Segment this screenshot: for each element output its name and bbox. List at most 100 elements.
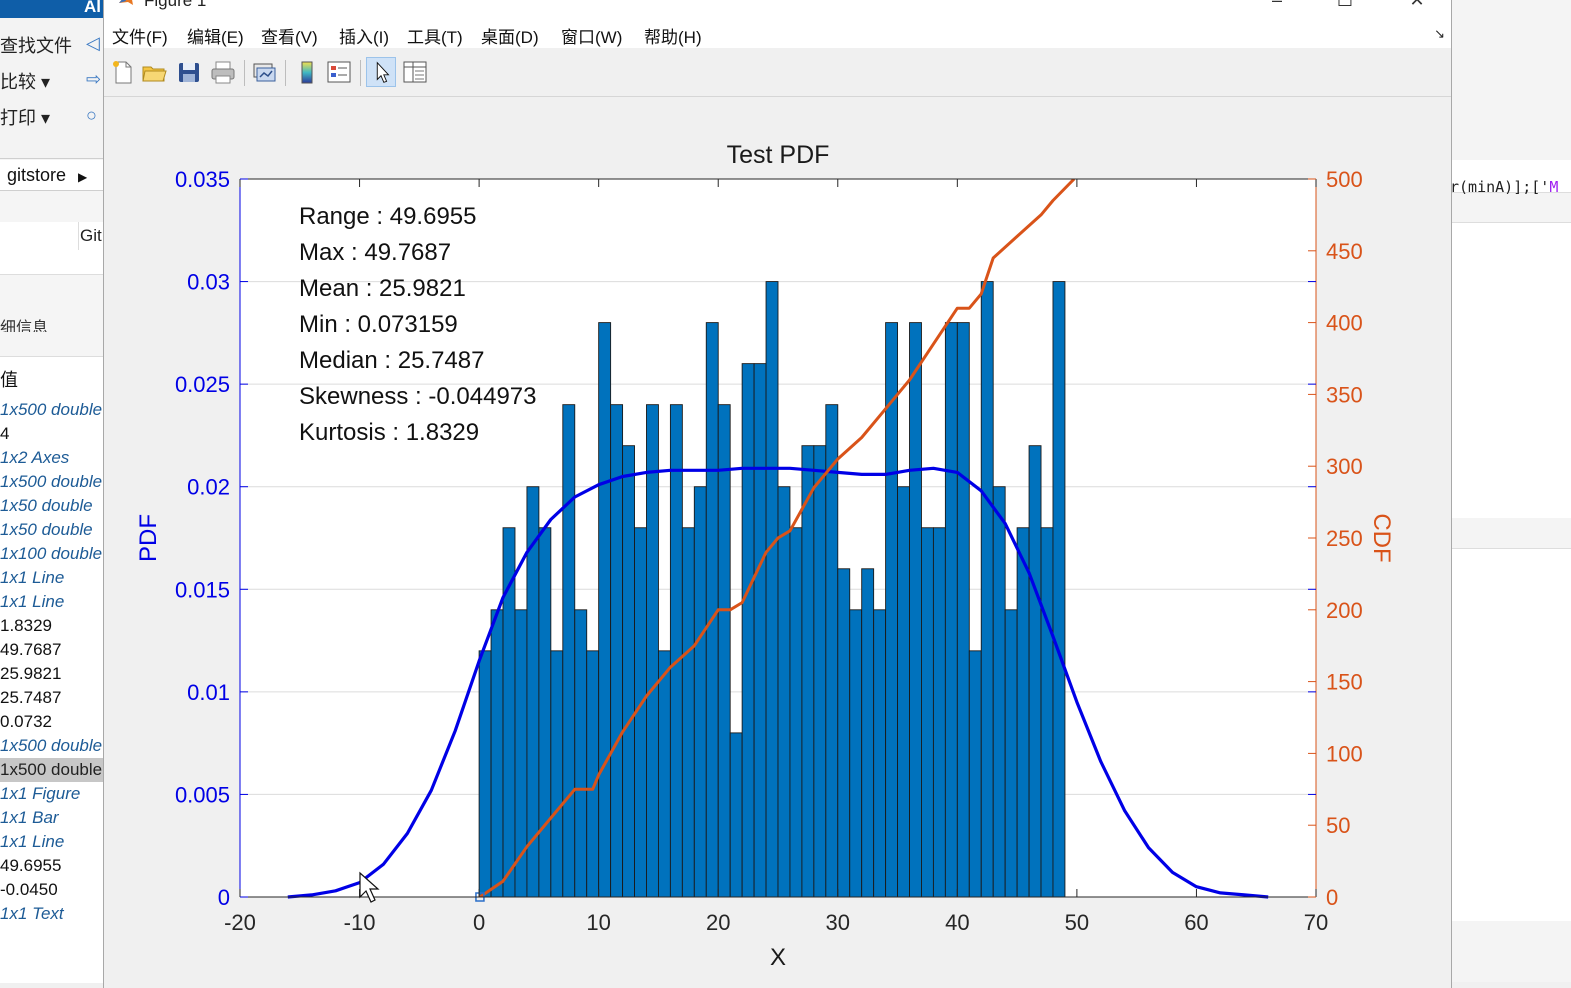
workspace-value[interactable]: 1x1 Figure <box>0 782 103 806</box>
command-window[interactable] <box>1450 548 1571 921</box>
histogram-bar <box>1004 609 1018 898</box>
workspace-value[interactable]: 1x500 double <box>0 470 103 494</box>
workspace-value[interactable]: 1x50 double <box>0 518 103 542</box>
workspace-value[interactable]: 4 <box>0 422 103 446</box>
workspace-value[interactable]: 49.6955 <box>0 854 103 878</box>
histogram-bar <box>944 322 958 898</box>
histogram-bar <box>801 445 815 898</box>
breadcrumb-folder[interactable]: gitstore <box>7 165 66 185</box>
workspace-value[interactable]: 1x1 Line <box>0 830 103 854</box>
save-icon[interactable] <box>174 57 204 87</box>
stats-annotation: Max : 49.7687 <box>299 239 451 266</box>
maximize-button[interactable]: ☐ <box>1322 0 1368 18</box>
histogram-bar <box>765 281 779 898</box>
left-y-tick-label: 0 <box>218 885 230 910</box>
left-y-tick-label: 0.025 <box>175 372 230 397</box>
search-icon[interactable]: ○ <box>86 106 100 124</box>
left-y-tick-label: 0.015 <box>175 577 230 602</box>
code-line-fragment: r(minA)];['M <box>1450 178 1558 196</box>
x-axis-label: X <box>770 944 786 971</box>
edit-plot-icon[interactable] <box>366 57 396 87</box>
menu-edit[interactable]: 编辑(E) <box>187 23 244 48</box>
workspace-value[interactable]: 0.0732 <box>0 710 103 734</box>
left-y-tick-label: 0.03 <box>187 270 230 295</box>
x-tick-label: 0 <box>473 910 485 935</box>
workspace-value[interactable]: 1.8329 <box>0 614 103 638</box>
workspace-value[interactable]: 1x500 double <box>0 734 103 758</box>
matlab-logo-icon <box>119 0 133 5</box>
right-y-tick-label: 150 <box>1326 670 1363 695</box>
right-y-tick-label: 350 <box>1326 382 1363 407</box>
right-y-tick-label: 500 <box>1326 167 1363 192</box>
property-inspector-icon[interactable] <box>400 57 430 87</box>
menu-help[interactable]: 帮助(H) <box>644 23 702 48</box>
workspace-value[interactable]: 1x100 double <box>0 542 103 566</box>
print-icon[interactable] <box>208 57 238 87</box>
workspace-value[interactable]: 1x500 double <box>0 398 103 422</box>
x-tick-label: 40 <box>945 910 969 935</box>
stats-annotation: Kurtosis : 1.8329 <box>299 419 479 446</box>
workspace-value[interactable]: 1x50 double <box>0 494 103 518</box>
left-y-axis-label: PDF <box>135 514 162 562</box>
histogram-bar <box>777 486 791 898</box>
menu-file[interactable]: 文件(F) <box>112 23 168 48</box>
workspace-value[interactable]: 49.7687 <box>0 638 103 662</box>
dropdown-arrow-icon: ▾ <box>41 72 51 92</box>
menu-insert[interactable]: 插入(I) <box>339 23 389 48</box>
dock-arrow-icon[interactable]: ↘ <box>1434 26 1445 42</box>
code-editor[interactable] <box>1450 222 1571 518</box>
print-label: 打印 <box>0 108 36 128</box>
histogram-bar <box>861 568 875 898</box>
histogram-bar <box>873 609 887 898</box>
workspace-value[interactable]: 1x1 Line <box>0 590 103 614</box>
x-tick-label: 10 <box>586 910 610 935</box>
menu-window[interactable]: 窗口(W) <box>561 23 622 48</box>
left-y-tick-label: 0.035 <box>175 167 230 192</box>
breadcrumb-arrow-icon: ▶ <box>78 170 88 184</box>
histogram-bar <box>622 445 635 898</box>
value-column-header: 值 <box>0 370 18 390</box>
histogram-bar <box>813 445 827 898</box>
workspace-value[interactable]: 1x1 Line <box>0 566 103 590</box>
workspace-value[interactable]: 25.9821 <box>0 662 103 686</box>
menu-view[interactable]: 查看(V) <box>261 23 318 48</box>
right-y-tick-label: 100 <box>1326 741 1363 766</box>
legend-icon[interactable] <box>324 57 354 87</box>
find-files-button[interactable]: 查找文件 <box>0 32 72 58</box>
print-menu-button[interactable]: 打印 ▾ <box>0 104 50 130</box>
minimize-button[interactable]: – <box>1254 0 1300 18</box>
x-tick-label: 50 <box>1065 910 1089 935</box>
compare-button[interactable]: 比较 ▾ <box>0 68 50 94</box>
matlab-right-panel: r(minA)];['M <box>1450 0 1571 982</box>
matlab-titlebar: Al <box>0 0 103 18</box>
close-button[interactable]: ✕ <box>1394 0 1440 18</box>
file-list-panel: Git <box>0 222 103 275</box>
breadcrumb[interactable]: gitstore ▶ <box>0 160 103 191</box>
histogram-bar <box>478 650 492 898</box>
workspace-value[interactable]: 1x2 Axes <box>0 446 103 470</box>
link-plot-icon[interactable] <box>249 57 279 87</box>
test-pdf-chart[interactable]: -20 -10 0 10 20 30 40 50 60 7000.0050.010.0150.02… <box>104 97 1451 988</box>
details-header: 细信息 <box>0 308 103 332</box>
app-title-fragment: Al <box>84 0 101 16</box>
compare-label: 比较 <box>0 72 36 92</box>
histogram-bar <box>921 527 934 898</box>
workspace-value[interactable]: 1x1 Bar <box>0 806 103 830</box>
back-arrow-icon[interactable]: ◁ <box>86 34 100 52</box>
new-figure-icon[interactable] <box>108 57 138 87</box>
right-y-axis-label: CDF <box>1368 513 1395 562</box>
histogram-bar <box>729 732 743 898</box>
matlab-ribbon: Al 查找文件 比较 ▾ 打印 ▾ ◁ ⇨ ○ <box>0 0 103 159</box>
open-file-icon[interactable] <box>139 57 169 87</box>
workspace-value[interactable]: 1x1 Text <box>0 902 103 926</box>
workspace-value[interactable]: -0.0450 <box>0 878 103 902</box>
histogram-bar <box>1040 527 1054 898</box>
workspace-value[interactable]: 25.7487 <box>0 686 103 710</box>
histogram-bar <box>562 404 576 898</box>
workspace-value[interactable]: 1x500 double <box>0 758 103 782</box>
menu-tools[interactable]: 工具(T) <box>407 23 463 48</box>
forward-arrow-icon[interactable]: ⇨ <box>86 70 101 88</box>
histogram-bar <box>789 527 803 898</box>
menu-desktop[interactable]: 桌面(D) <box>481 23 539 48</box>
colorbar-icon[interactable] <box>292 57 322 87</box>
